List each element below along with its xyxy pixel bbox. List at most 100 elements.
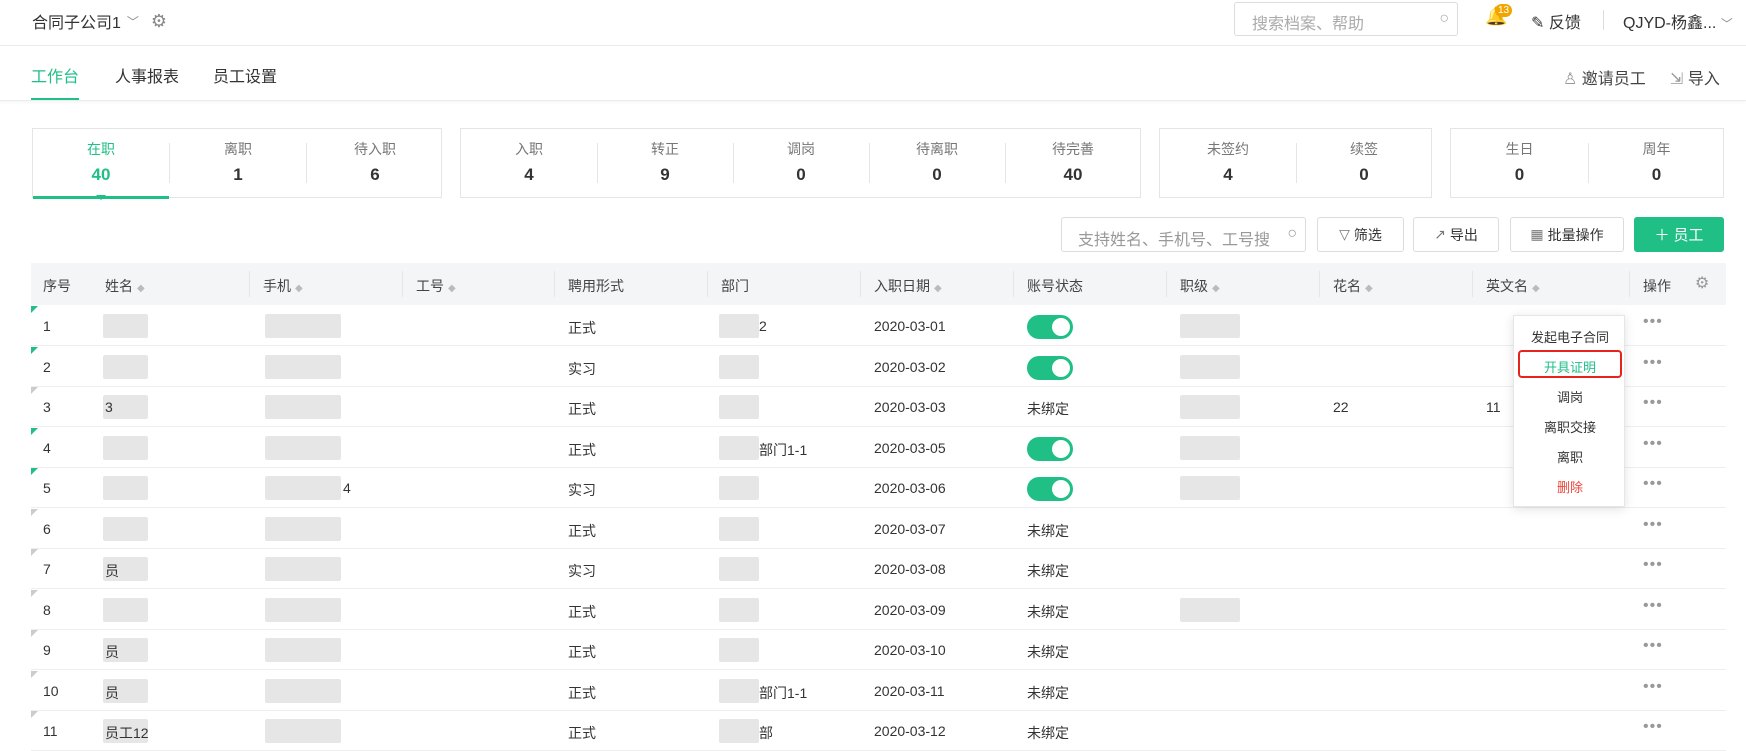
gear-icon[interactable]: ⚙ bbox=[151, 11, 167, 32]
tab-employee-settings[interactable]: 员工设置 bbox=[213, 63, 277, 87]
cell-join-date: 2020-03-07 bbox=[874, 520, 946, 537]
sort-icon[interactable]: ◆ bbox=[137, 283, 145, 294]
stat-resigned[interactable]: 离职 1 bbox=[170, 129, 306, 199]
stat-card-events: 入职 4 转正 9 调岗 0 待离职 0 待完善 40 bbox=[460, 128, 1141, 198]
more-icon[interactable]: ••• bbox=[1643, 516, 1663, 534]
stat-pending-join[interactable]: 待入职 6 bbox=[307, 129, 443, 199]
invite-employee-button[interactable]: ♙ 邀请员工 bbox=[1563, 65, 1646, 89]
export-button[interactable]: ↗ 导出 bbox=[1413, 217, 1499, 252]
table-row[interactable]: 8 正式 2020-03-09 未绑定 ••• bbox=[31, 589, 1726, 630]
more-icon[interactable]: ••• bbox=[1643, 354, 1663, 372]
col-phone[interactable]: 手机 ◆ bbox=[263, 276, 303, 296]
more-icon[interactable]: ••• bbox=[1643, 435, 1663, 453]
table-row[interactable]: 1 正式 2 2020-03-01 ••• bbox=[31, 306, 1726, 346]
menu-item-resign[interactable]: 离职 bbox=[1514, 447, 1626, 466]
more-icon[interactable]: ••• bbox=[1643, 678, 1663, 696]
stat-regularized[interactable]: 转正 9 bbox=[597, 129, 733, 199]
table-row[interactable]: 4 正式 部门1-1 2020-03-05 ••• bbox=[31, 427, 1726, 468]
chevron-down-icon: ﹀ bbox=[1720, 17, 1733, 31]
stat-work-anniversary[interactable]: 周年 0 bbox=[1588, 129, 1725, 199]
masked-rank bbox=[1180, 476, 1240, 500]
cell-employment-type: 正式 bbox=[568, 684, 596, 701]
masked-department bbox=[719, 395, 759, 419]
table-row[interactable]: 7 员 实习 2020-03-08 未绑定 ••• bbox=[31, 549, 1726, 589]
sort-icon[interactable]: ◆ bbox=[934, 283, 942, 294]
col-employee-id[interactable]: 工号 ◆ bbox=[416, 276, 456, 296]
menu-item-start-e-contract[interactable]: 发起电子合同 bbox=[1514, 327, 1626, 346]
table-row[interactable]: 9 员 正式 2020-03-10 未绑定 ••• bbox=[31, 630, 1726, 670]
tab-hr-reports[interactable]: 人事报表 bbox=[115, 63, 179, 87]
account-status-toggle[interactable] bbox=[1027, 477, 1073, 501]
col-nickname[interactable]: 花名 ◆ bbox=[1333, 276, 1373, 296]
masked-department bbox=[719, 557, 759, 581]
tab-workbench[interactable]: 工作台 bbox=[31, 63, 79, 87]
more-icon[interactable]: ••• bbox=[1643, 637, 1663, 655]
stat-renewal[interactable]: 续签 0 bbox=[1296, 129, 1432, 199]
divider bbox=[402, 271, 403, 297]
table-row[interactable]: 5 4 实习 2020-03-06 ••• bbox=[31, 468, 1726, 508]
sort-icon[interactable]: ◆ bbox=[1532, 283, 1540, 294]
cell-join-date: 2020-03-10 bbox=[874, 642, 946, 658]
more-icon[interactable]: ••• bbox=[1643, 597, 1663, 615]
table-row[interactable]: 3 3 正式 2020-03-03 未绑定 22 11 ••• bbox=[31, 387, 1726, 427]
table-row[interactable]: 6 正式 2020-03-07 未绑定 ••• bbox=[31, 508, 1726, 549]
cell-index: 4 bbox=[43, 439, 51, 456]
employee-search-input[interactable]: 支持姓名、手机号、工号搜 ○ bbox=[1061, 217, 1306, 252]
col-rank[interactable]: 职级 ◆ bbox=[1180, 276, 1220, 296]
divider bbox=[1013, 271, 1014, 297]
divider bbox=[860, 271, 861, 297]
col-name[interactable]: 姓名 ◆ bbox=[105, 276, 145, 296]
stat-to-complete[interactable]: 待完善 40 bbox=[1005, 129, 1141, 199]
account-status-toggle[interactable] bbox=[1027, 436, 1073, 461]
company-switcher[interactable]: 合同子公司1 ﹀ ⚙ bbox=[32, 9, 167, 33]
menu-item-delete[interactable]: 删除 bbox=[1514, 477, 1626, 496]
divider bbox=[1603, 10, 1604, 30]
row-marker bbox=[31, 711, 38, 718]
batch-operation-button[interactable]: ▦ 批量操作 bbox=[1510, 217, 1624, 252]
more-icon[interactable]: ••• bbox=[1643, 718, 1663, 736]
table-row[interactable]: 10 员 正式 部门1-1 2020-03-11 未绑定 ••• bbox=[31, 670, 1726, 711]
masked-phone bbox=[265, 719, 341, 743]
menu-item-transfer[interactable]: 调岗 bbox=[1514, 387, 1626, 406]
user-menu[interactable]: QJYD-杨鑫... ﹀ bbox=[1623, 9, 1733, 33]
stat-unsigned[interactable]: 未签约 4 bbox=[1160, 129, 1296, 199]
menu-item-issue-certificate[interactable]: 开具证明 bbox=[1514, 357, 1626, 376]
global-search-input[interactable]: 搜索档案、帮助 ○ bbox=[1234, 2, 1458, 36]
gear-icon[interactable]: ⚙ bbox=[1695, 273, 1709, 293]
more-icon[interactable]: ••• bbox=[1643, 394, 1663, 412]
sort-icon[interactable]: ◆ bbox=[448, 283, 456, 294]
masked-department bbox=[719, 597, 759, 622]
filter-button[interactable]: ▽ 筛选 bbox=[1317, 217, 1404, 252]
more-icon[interactable]: ••• bbox=[1643, 313, 1663, 331]
more-icon[interactable]: ••• bbox=[1643, 475, 1663, 493]
row-marker bbox=[31, 589, 38, 597]
stat-pending-leave[interactable]: 待离职 0 bbox=[869, 129, 1005, 199]
menu-item-resignation-handover[interactable]: 离职交接 bbox=[1514, 417, 1626, 436]
sort-icon[interactable]: ◆ bbox=[1212, 283, 1220, 294]
sort-icon[interactable]: ◆ bbox=[1365, 283, 1373, 294]
table-row[interactable]: 11 员工12 正式 部 2020-03-12 未绑定 ••• bbox=[31, 711, 1726, 751]
cell-employment-type: 正式 bbox=[568, 320, 596, 336]
feedback-button[interactable]: ✎ 反馈 bbox=[1531, 9, 1581, 33]
stat-birthday[interactable]: 生日 0 bbox=[1451, 129, 1588, 199]
stat-employed[interactable]: 在职 40 bbox=[33, 129, 169, 199]
col-english-name[interactable]: 英文名 ◆ bbox=[1486, 276, 1540, 296]
stat-transferred[interactable]: 调岗 0 bbox=[733, 129, 869, 199]
masked-department bbox=[719, 719, 759, 743]
import-button[interactable]: ⇲ 导入 bbox=[1670, 65, 1720, 89]
cell-join-date: 2020-03-11 bbox=[874, 682, 945, 699]
masked-department bbox=[719, 638, 759, 662]
stat-joined[interactable]: 入职 4 bbox=[461, 129, 597, 199]
table-header: 序号 姓名 ◆ 手机 ◆ 工号 ◆ 聘用形式 部门 入职日期 ◆ 账号状态 职级 ◆ 花名… bbox=[31, 263, 1726, 305]
account-status-toggle[interactable] bbox=[1027, 315, 1073, 339]
sort-icon[interactable]: ◆ bbox=[295, 283, 303, 294]
account-status-toggle[interactable] bbox=[1027, 355, 1073, 380]
col-join-date[interactable]: 入职日期 ◆ bbox=[874, 276, 942, 296]
add-employee-button[interactable]: ＋ 员工 bbox=[1634, 217, 1724, 252]
more-icon[interactable]: ••• bbox=[1643, 556, 1663, 574]
search-icon[interactable]: ○ bbox=[1439, 10, 1449, 28]
table-row[interactable]: 2 实习 2020-03-02 ••• bbox=[31, 346, 1726, 387]
search-icon[interactable]: ○ bbox=[1287, 225, 1297, 243]
masked-name bbox=[103, 354, 148, 379]
bell-icon[interactable]: 🔔 13 bbox=[1485, 4, 1513, 27]
